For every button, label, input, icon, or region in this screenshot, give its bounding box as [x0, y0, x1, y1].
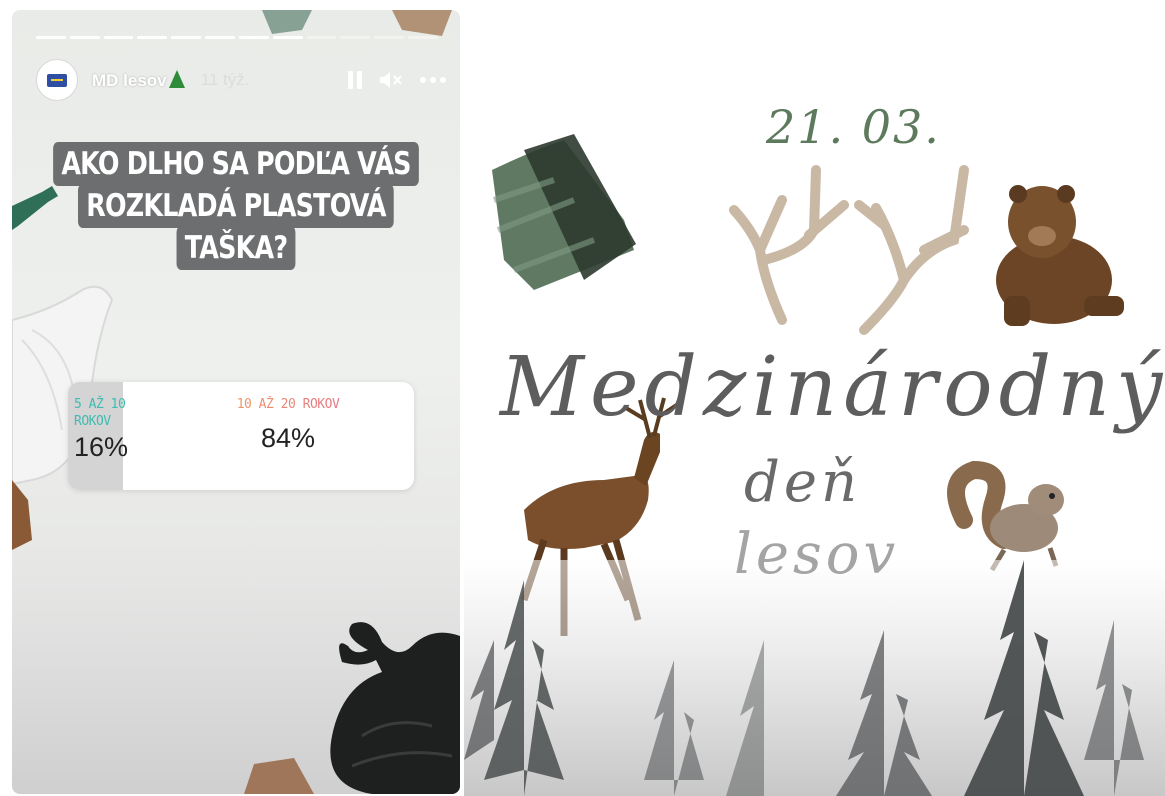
progress-segment	[238, 36, 269, 39]
brush-stroke-illustration	[492, 134, 636, 290]
bear-illustration	[996, 185, 1124, 326]
squirrel-illustration	[947, 460, 1064, 572]
poll-option-1-percent: 16%	[74, 432, 129, 462]
story-header: MD lesov 11 týž.	[36, 58, 446, 102]
tree-icon	[168, 69, 185, 88]
poll-option-1-label-line-2: ROKOV	[74, 414, 111, 429]
cardboard-scrap-illustration	[244, 758, 314, 794]
post-time: 11 týž.	[200, 70, 250, 89]
paper-scrap-illustration	[12, 480, 32, 550]
trash-bag-illustration	[330, 622, 460, 794]
progress-segment	[137, 36, 168, 39]
question-line-2: ROZKLADÁ PLASTOVÁ	[78, 184, 394, 228]
poll-option-2-label: 10 AŽ 20 ROKOV	[198, 396, 378, 413]
progress-segment	[306, 36, 337, 39]
eu-flag-icon	[47, 73, 67, 87]
progress-segment	[36, 36, 66, 39]
avatar[interactable]	[36, 59, 78, 101]
progress-segment	[69, 36, 100, 39]
progress-segment	[103, 36, 134, 39]
story-controls	[348, 71, 446, 89]
pause-icon[interactable]	[348, 71, 362, 89]
question-line-3: TAŠKA?	[176, 226, 296, 270]
story-viewer[interactable]: MD lesov 11 týž. AKO DLHO SA PODĽA VÁS R…	[12, 10, 460, 794]
author-label: MD lesov	[92, 70, 167, 90]
progress-segment	[272, 36, 303, 39]
poster-title-line-3: lesov	[734, 522, 900, 587]
poll-option-1[interactable]: 5 AŽ 10 ROKOV 16%	[74, 396, 130, 463]
progress-segment	[340, 36, 371, 39]
poll-sticker[interactable]: 5 AŽ 10 ROKOV 16% 10 AŽ 20 ROKOV 84%	[68, 382, 414, 490]
author-name[interactable]: MD lesov	[92, 69, 185, 91]
poster-date: 21. 03.	[766, 100, 941, 154]
progress-segment	[374, 36, 405, 39]
mute-icon[interactable]	[380, 71, 402, 89]
poster-image: 21. 03. Medzinárodný deň lesov	[464, 0, 1165, 796]
poll-option-2[interactable]: 10 AŽ 20 ROKOV 84%	[198, 396, 378, 454]
more-icon[interactable]	[420, 77, 446, 83]
antlers-illustration	[729, 165, 969, 335]
poll-option-2-percent: 84%	[260, 423, 316, 453]
progress-segment	[205, 36, 235, 39]
story-progress-bar	[36, 36, 438, 39]
progress-segment	[171, 36, 202, 39]
poll-option-1-label-line-1: 5 AŽ 10	[74, 397, 126, 412]
question-line-1: AKO DLHO SA PODĽA VÁS	[53, 142, 419, 186]
poster-title-line-2: deň	[744, 450, 862, 515]
progress-segment	[408, 36, 438, 39]
poster-title-line-1: Medzinárodný	[500, 340, 1165, 435]
bottle-illustration	[12, 186, 58, 230]
